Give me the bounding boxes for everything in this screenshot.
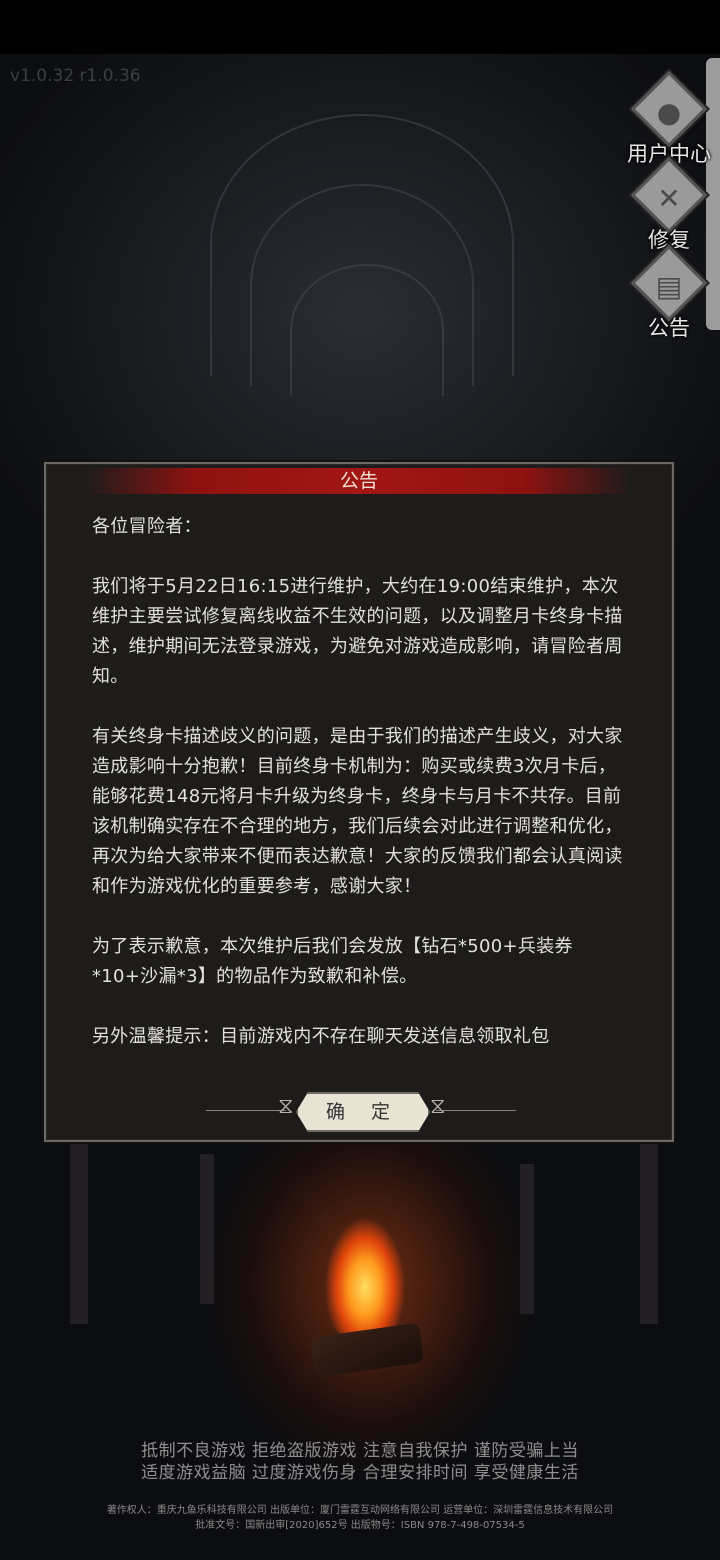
divider-right [436, 1110, 516, 1111]
campfire-flame [320, 1190, 410, 1340]
repair-button[interactable]: ✕ 修复 [624, 156, 714, 252]
announcement-dialog: 公告 各位冒险者： 我们将于5月22日16:15进行维护，大约在19:00结束维… [44, 462, 674, 1142]
copyright-line: 批准文号：国新出审[2020]652号 出版物号：ISBN 978-7-498-… [195, 1520, 525, 1531]
confirm-row: ⧖ 确 定 ⧖ [46, 1090, 672, 1130]
notice-label: 公告 [648, 316, 690, 340]
user-center-button[interactable]: ● 用户中心 [624, 70, 714, 166]
announcement-paragraph: 我们将于5月22日16:15进行维护，大约在19:00结束维护，本次维护主要尝试… [92, 576, 623, 687]
confirm-button[interactable]: 确 定 [296, 1092, 430, 1132]
announcement-greeting: 各位冒险者： [92, 516, 202, 537]
notice-button[interactable]: ▤ 公告 [624, 244, 714, 340]
copyright-line: 著作权人：重庆九鱼乐科技有限公司 出版单位：厦门雷霆互动网络有限公司 运营单位：… [106, 1505, 614, 1516]
version-label: v1.0.32 r1.0.36 [10, 66, 141, 86]
announcement-paragraph: 另外温馨提示：目前游戏内不存在聊天发送信息领取礼包 [92, 1026, 550, 1047]
announcement-text-area[interactable]: 各位冒险者： 我们将于5月22日16:15进行维护，大约在19:00结束维护，本… [92, 512, 632, 1076]
announcement-paragraph: 为了表示歉意，本次维护后我们会发放【钻石*500+兵装券*10+沙漏*3】的物品… [92, 936, 573, 987]
announcement-paragraph: 有关终身卡描述歧义的问题，是由于我们的描述产生歧义，对大家造成影响十分抱歉！目前… [92, 726, 623, 897]
ornament-left-icon: ⧖ [278, 1094, 294, 1119]
health-notice-line: 适度游戏益脑 过度游戏伤身 合理安排时间 享受健康生活 [141, 1463, 579, 1483]
status-bar [0, 0, 720, 54]
divider-left [206, 1110, 286, 1111]
dialog-title: 公告 [86, 468, 632, 494]
ornament-right-icon: ⧖ [430, 1094, 446, 1119]
